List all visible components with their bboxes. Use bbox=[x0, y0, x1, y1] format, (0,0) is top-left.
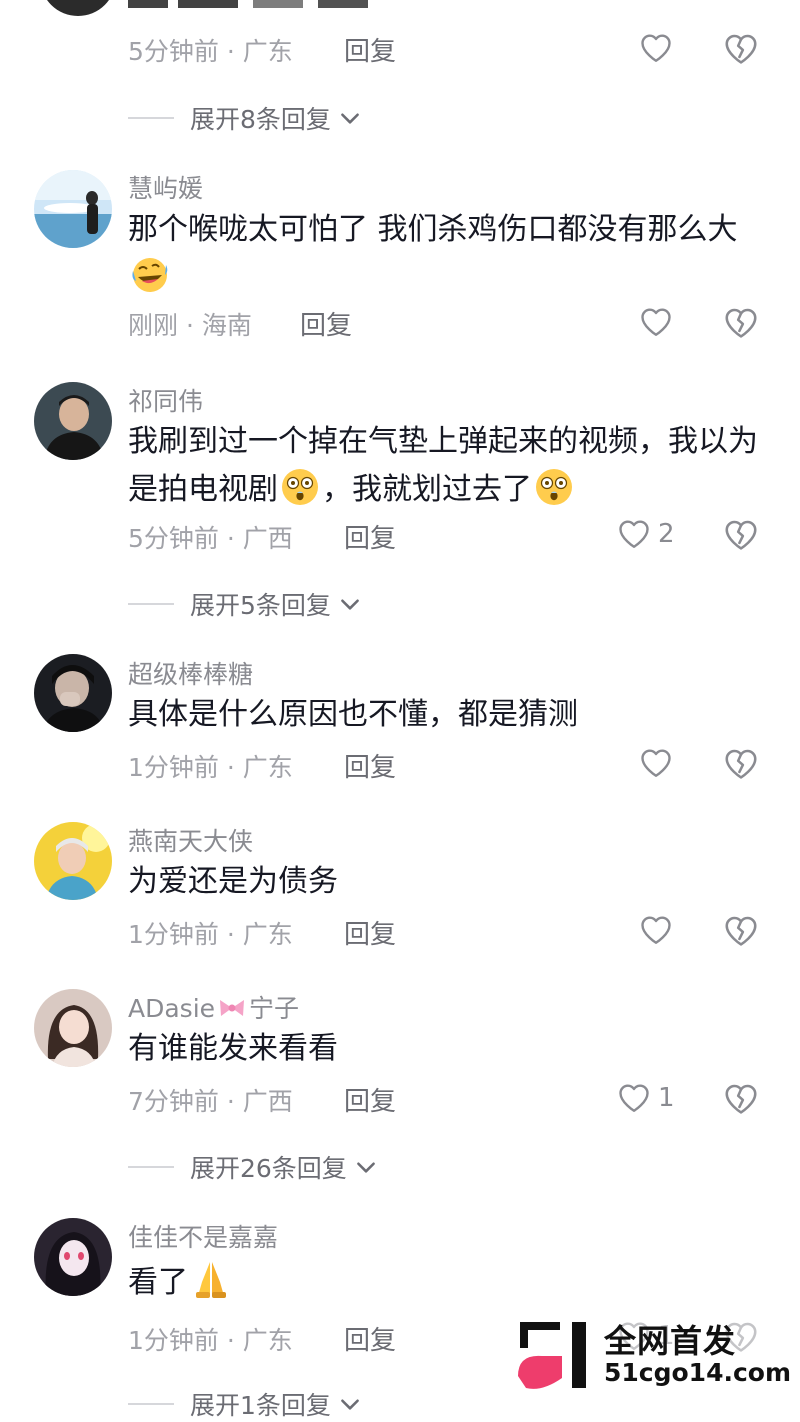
like-button[interactable] bbox=[638, 912, 674, 948]
like-button[interactable] bbox=[638, 304, 674, 340]
comment-username[interactable]: 佳佳不是嘉嘉 bbox=[128, 1218, 278, 1254]
reply-button[interactable]: 回复 bbox=[344, 747, 396, 784]
divider bbox=[128, 117, 174, 119]
comment-meta: 5分钟前 · 广东 bbox=[128, 37, 293, 66]
comment-meta: 5分钟前 · 广西 bbox=[128, 524, 293, 553]
avatar[interactable] bbox=[34, 382, 112, 460]
comment-meta: 1分钟前 · 广东 bbox=[128, 920, 293, 949]
watermark-title: 全网首发 bbox=[604, 1322, 737, 1360]
dislike-icon[interactable] bbox=[722, 304, 760, 342]
comment-text: 有谁能发来看看 bbox=[128, 1031, 338, 1066]
watermark-logo-icon bbox=[518, 1322, 586, 1389]
expand-replies-label: 展开8条回复 bbox=[190, 105, 331, 134]
comment-username-part: 宁子 bbox=[249, 994, 300, 1023]
chevron-down-icon bbox=[337, 1391, 363, 1417]
comment-text: 那个喉咙太可怕了 我们杀鸡伤口都没有那么大 bbox=[128, 206, 768, 310]
chevron-down-icon bbox=[337, 591, 363, 617]
avatar[interactable] bbox=[34, 654, 112, 732]
chevron-down-icon bbox=[353, 1154, 379, 1180]
comment-username[interactable]: 超级棒棒糖 bbox=[128, 655, 253, 691]
comment-text: 具体是什么原因也不懂，都是猜测 bbox=[128, 697, 578, 732]
reply-button[interactable]: 回复 bbox=[344, 1081, 396, 1118]
comment-text-body: 看了 bbox=[128, 1265, 188, 1300]
dizzy-face-emoji bbox=[280, 467, 320, 522]
comment-username[interactable]: 燕南天大侠 bbox=[128, 822, 253, 858]
chevron-down-icon bbox=[337, 105, 363, 131]
avatar[interactable] bbox=[40, 0, 116, 16]
comment-username[interactable]: 慧屿媛 bbox=[128, 169, 203, 205]
divider bbox=[128, 1166, 174, 1168]
dislike-icon[interactable] bbox=[722, 912, 760, 950]
comment-text: 为爱还是为债务 bbox=[128, 864, 338, 899]
avatar[interactable] bbox=[34, 1218, 112, 1296]
comment-text: 我刷到过一个掉在气垫上弹起来的视频，我以为是拍电视剧 ，我就划过去了 bbox=[128, 418, 768, 522]
dislike-icon[interactable] bbox=[722, 516, 760, 554]
heart-icon bbox=[638, 912, 674, 948]
avatar-image bbox=[34, 654, 112, 732]
avatar-image bbox=[34, 382, 112, 460]
avatar-image bbox=[34, 989, 112, 1067]
comment-meta: 1分钟前 · 广东 bbox=[128, 753, 293, 782]
expand-replies-button[interactable]: 展开1条回复 bbox=[128, 1386, 363, 1422]
expand-replies-button[interactable]: 展开5条回复 bbox=[128, 586, 363, 622]
expand-replies-label: 展开1条回复 bbox=[190, 1391, 331, 1420]
dislike-icon[interactable] bbox=[722, 745, 760, 783]
like-button[interactable] bbox=[638, 30, 674, 66]
heart-icon bbox=[616, 516, 652, 552]
dislike-icon[interactable] bbox=[722, 30, 760, 68]
expand-replies-label: 展开5条回复 bbox=[190, 591, 331, 620]
previous-comment-fragment bbox=[0, 0, 800, 16]
comment-text-body: 那个喉咙太可怕了 我们杀鸡伤口都没有那么大 bbox=[128, 212, 738, 247]
heart-icon bbox=[616, 1080, 652, 1116]
divider bbox=[128, 1403, 174, 1405]
divider bbox=[128, 603, 174, 605]
reply-button[interactable]: 回复 bbox=[344, 1320, 396, 1357]
heart-icon bbox=[638, 30, 674, 66]
comment-text: 看了 bbox=[128, 1258, 768, 1315]
like-button[interactable] bbox=[638, 745, 674, 781]
avatar[interactable] bbox=[34, 822, 112, 900]
comment-username[interactable]: ADasie 宁子 bbox=[128, 989, 299, 1027]
reply-button[interactable]: 回复 bbox=[344, 31, 396, 68]
heart-icon bbox=[638, 745, 674, 781]
folded-hands-emoji bbox=[190, 1258, 232, 1315]
watermark-url: 51cgo14.com bbox=[604, 1358, 792, 1387]
dislike-icon[interactable] bbox=[722, 1080, 760, 1118]
avatar-image bbox=[34, 170, 112, 248]
comment-username[interactable]: 祁同伟 bbox=[128, 382, 203, 418]
comment-meta: 1分钟前 · 广东 bbox=[128, 1326, 293, 1355]
expand-replies-label: 展开26条回复 bbox=[190, 1154, 347, 1183]
like-button[interactable]: 2 bbox=[616, 516, 675, 552]
crying-laughing-emoji bbox=[130, 255, 170, 310]
reply-button[interactable]: 回复 bbox=[344, 914, 396, 951]
site-watermark: 全网首发 51cgo14.com bbox=[516, 1316, 791, 1394]
like-count: 2 bbox=[658, 519, 675, 549]
expand-replies-button[interactable]: 展开8条回复 bbox=[128, 100, 363, 136]
heart-icon bbox=[638, 304, 674, 340]
avatar-image bbox=[34, 1218, 112, 1296]
comment-text-body: ，我就划过去了 bbox=[322, 472, 532, 507]
bow-emoji bbox=[217, 995, 247, 1027]
comment-meta: 刚刚 · 海南 bbox=[128, 311, 252, 340]
avatar-image bbox=[34, 822, 112, 900]
avatar[interactable] bbox=[34, 170, 112, 248]
like-button[interactable]: 1 bbox=[616, 1080, 675, 1116]
reply-button[interactable]: 回复 bbox=[344, 518, 396, 555]
avatar[interactable] bbox=[34, 989, 112, 1067]
comment-meta: 7分钟前 · 广西 bbox=[128, 1087, 293, 1116]
expand-replies-button[interactable]: 展开26条回复 bbox=[128, 1149, 379, 1185]
comment-username-part: ADasie bbox=[128, 994, 216, 1023]
like-count: 1 bbox=[658, 1083, 675, 1113]
reply-button[interactable]: 回复 bbox=[300, 305, 352, 342]
truncated-comment-text bbox=[128, 0, 388, 8]
dizzy-face-emoji bbox=[534, 467, 574, 522]
